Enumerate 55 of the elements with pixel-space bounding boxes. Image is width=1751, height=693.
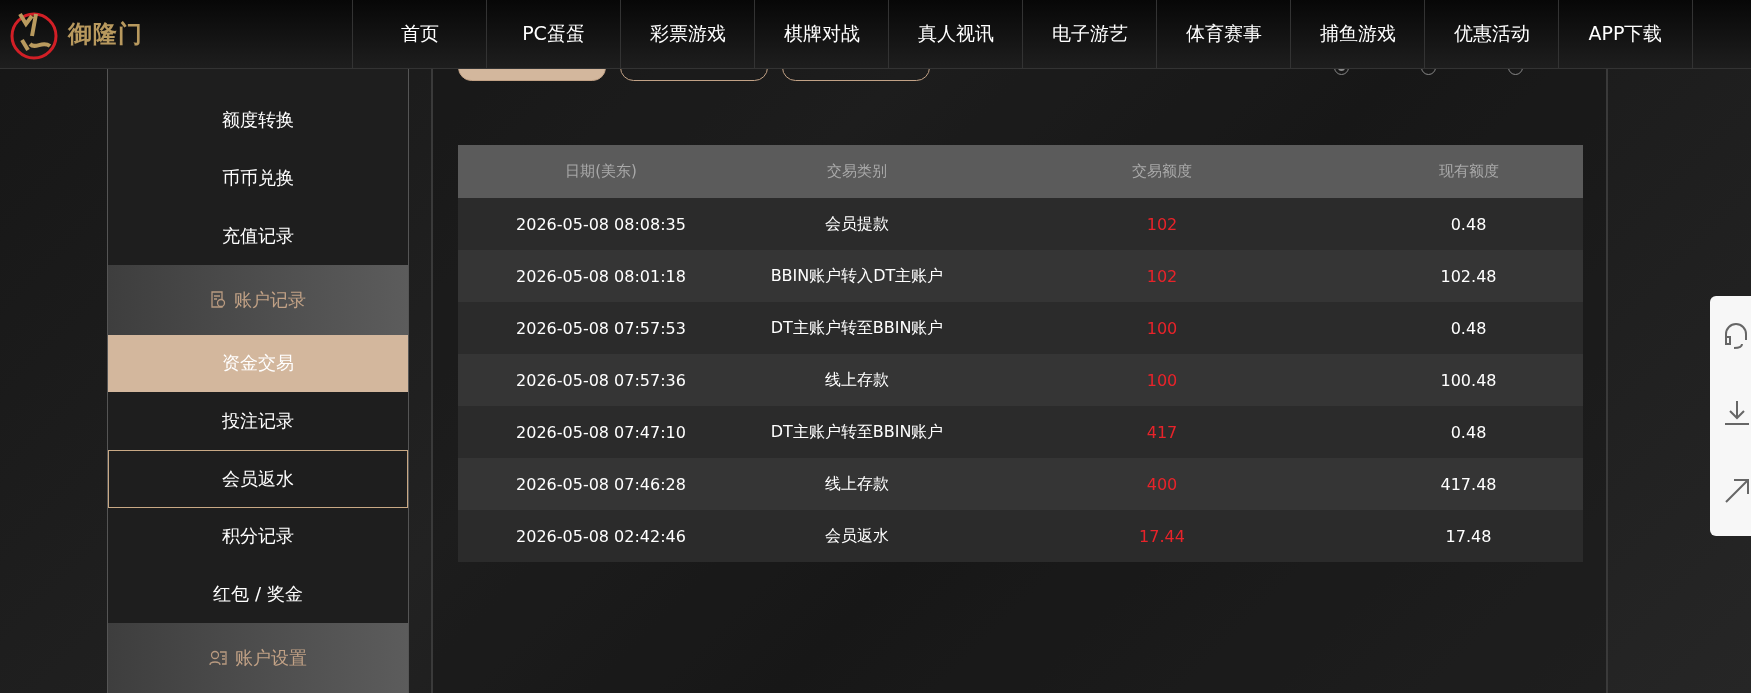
sidebar-group-label: 账户设置 xyxy=(235,646,307,670)
nav-link[interactable]: 彩票游戏 xyxy=(621,0,755,68)
nav-link[interactable]: 体育赛事 xyxy=(1157,0,1291,68)
table-cell-text: 100.48 xyxy=(1439,370,1498,390)
column-header: 现有额度 xyxy=(1437,162,1500,181)
table-cell-text: 100 xyxy=(1145,318,1179,338)
user-card-icon xyxy=(209,650,227,666)
table-cell-text: 2026-05-08 08:01:18 xyxy=(515,266,687,286)
table-cell-text: 线上存款 xyxy=(824,473,890,495)
table-cell-text: 2026-05-08 08:08:35 xyxy=(515,214,687,234)
table-cell-text: 2026-05-08 07:57:36 xyxy=(515,370,687,390)
table-cell-text: 102 xyxy=(1145,266,1179,286)
table-cell-text: BBIN账户转入DT主账户 xyxy=(769,265,945,287)
table-cell-text: 2026-05-08 07:46:28 xyxy=(515,474,687,494)
table-cell-text: 417.48 xyxy=(1439,474,1498,494)
table-cell-text: DT主账户转至BBIN账户 xyxy=(769,421,945,443)
table-cell-text: 线上存款 xyxy=(824,369,890,391)
column-header: 交易额度 xyxy=(1131,162,1193,181)
sidebar-item[interactable]: 投注记录 xyxy=(108,392,408,450)
table-cell-text: 0.48 xyxy=(1449,422,1488,442)
sidebar-item[interactable]: 额度转换 xyxy=(108,91,408,150)
table-cell-text: DT主账户转至BBIN账户 xyxy=(769,317,945,339)
table-cell-text: 417 xyxy=(1145,422,1179,442)
table-cell-text: 2026-05-08 07:47:10 xyxy=(515,422,687,442)
column-header: 日期(美东) xyxy=(564,162,638,181)
nav-link[interactable]: 棋牌对战 xyxy=(755,0,889,68)
column-header: 交易类别 xyxy=(826,162,888,181)
table-cell-text: 102 xyxy=(1145,214,1179,234)
sidebar-group-label: 账户记录 xyxy=(234,287,306,312)
nav-link[interactable]: APP下载 xyxy=(1559,0,1693,68)
table-cell-text: 100 xyxy=(1145,370,1179,390)
table-cell-text: 会员返水 xyxy=(824,525,890,547)
download-icon[interactable] xyxy=(1722,398,1751,428)
logo-text: 御隆门 xyxy=(68,19,143,50)
nav-link[interactable]: PC蛋蛋 xyxy=(487,0,621,68)
receipt-icon xyxy=(210,291,226,309)
nav-link[interactable]: 优惠活动 xyxy=(1425,0,1559,68)
table-cell-text: 会员提款 xyxy=(824,213,890,235)
table-cell-text: 17.48 xyxy=(1444,526,1493,546)
nav-link[interactable]: 电子游艺 xyxy=(1023,0,1157,68)
sidebar-item[interactable]: 积分记录 xyxy=(108,507,408,566)
table-cell-text: 102.48 xyxy=(1439,266,1498,286)
nav-link[interactable]: 真人视讯 xyxy=(889,0,1023,68)
nav-link[interactable]: 首页 xyxy=(353,0,487,68)
sidebar-item[interactable]: 币币兑换 xyxy=(108,149,408,207)
nav-link[interactable]: 捕鱼游戏 xyxy=(1291,0,1425,68)
sidebar-item[interactable]: 会员返水 xyxy=(108,449,408,508)
sidebar-item[interactable]: 充值记录 xyxy=(108,206,408,265)
sidebar-item[interactable]: 红包 / 奖金 xyxy=(108,565,408,623)
table-cell-text: 400 xyxy=(1145,474,1179,494)
table-cell-text: 2026-05-08 02:42:46 xyxy=(515,526,687,546)
table-cell-text: 0.48 xyxy=(1449,214,1488,234)
table-cell-text: 17.44 xyxy=(1138,526,1186,546)
table-cell-text: 2026-05-08 07:57:53 xyxy=(515,318,687,338)
table-cell-text: 0.48 xyxy=(1449,318,1488,338)
